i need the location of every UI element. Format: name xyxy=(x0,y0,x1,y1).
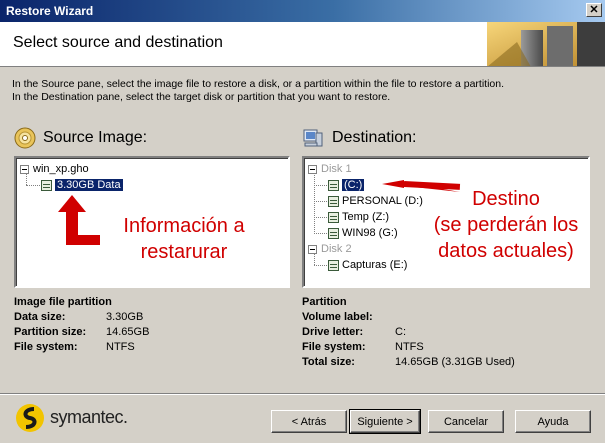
tree-line xyxy=(314,185,327,186)
destination-info-title: Partition xyxy=(302,296,347,308)
partition-icon xyxy=(328,211,339,223)
source-partition-label: 3.30GB Data xyxy=(54,178,124,192)
instructions-line-2: In the Destination pane, select the targ… xyxy=(12,91,391,103)
tree-item-partition-e[interactable]: Capturas (E:) xyxy=(328,258,407,272)
tree-item-partition-g[interactable]: WIN98 (G:) xyxy=(328,226,398,240)
next-button[interactable]: Siguiente > xyxy=(349,409,421,434)
collapse-icon[interactable] xyxy=(308,164,317,174)
source-info-title: Image file partition xyxy=(14,296,112,308)
tree-item-partition-d[interactable]: PERSONAL (D:) xyxy=(328,194,423,208)
destination-info: Partition Volume label: Drive letter: C: … xyxy=(302,295,592,370)
field-value: C: xyxy=(395,326,406,338)
tree-line xyxy=(314,201,327,202)
instructions: In the Source pane, select the image fil… xyxy=(12,78,597,104)
partition-label: Temp (Z:) xyxy=(342,211,390,223)
collapse-icon[interactable] xyxy=(20,164,29,174)
wizard-header: Select source and destination xyxy=(0,22,605,67)
destination-annotation-line-2: (se perderán los xyxy=(433,214,579,236)
back-button[interactable]: < Atrás xyxy=(271,410,347,433)
tree-line xyxy=(314,265,327,266)
field-label: File system: xyxy=(302,341,366,353)
field-value: NTFS xyxy=(395,341,424,353)
field-value: 3.30GB xyxy=(106,311,144,323)
partition-icon xyxy=(41,179,52,191)
tree-item-partition-c[interactable]: (C:) xyxy=(328,178,366,192)
field-value: 14.65GB (3.31GB Used) xyxy=(395,356,515,368)
partition-icon xyxy=(328,179,339,191)
destination-annotation-line-3: datos actuales) xyxy=(438,240,574,262)
source-annotation: Información a restarurar xyxy=(104,213,264,265)
partition-icon xyxy=(328,227,339,239)
logo-text: symantec. xyxy=(50,407,128,427)
footer-divider xyxy=(0,393,605,395)
title-bar: Restore Wizard ✕ xyxy=(0,0,605,22)
disk-2-label: Disk 2 xyxy=(321,243,352,255)
tree-line xyxy=(314,217,327,218)
symantec-logo: symantec. xyxy=(14,402,154,434)
field-value: 14.65GB xyxy=(106,326,150,338)
partition-label: WIN98 (G:) xyxy=(342,227,398,239)
field-label: Data size: xyxy=(14,311,66,323)
partition-label: PERSONAL (D:) xyxy=(342,195,423,207)
field-label: Volume label: xyxy=(302,311,373,323)
help-button[interactable]: Ayuda xyxy=(515,410,591,433)
partition-label: (C:) xyxy=(340,178,366,192)
tree-line xyxy=(26,185,40,186)
page-title: Select source and destination xyxy=(13,34,223,51)
tree-line xyxy=(314,172,315,234)
source-annotation-line-1: Información a xyxy=(123,215,245,237)
partition-icon xyxy=(328,195,339,207)
source-info: Image file partition Data size: 3.30GB Pa… xyxy=(14,295,294,355)
tree-item-disk-1[interactable]: Disk 1 xyxy=(308,162,352,176)
next-button-label: Siguiente > xyxy=(357,415,413,428)
symantec-logo-icon xyxy=(16,404,44,432)
header-graphic-icon xyxy=(487,22,605,66)
source-annotation-line-2: restarurar xyxy=(140,241,228,263)
tree-item-partition-z[interactable]: Temp (Z:) xyxy=(328,210,389,224)
field-label: Total size: xyxy=(302,356,355,368)
field-label: Partition size: xyxy=(14,326,87,338)
field-value: NTFS xyxy=(106,341,135,353)
tree-item-source-partition[interactable]: 3.30GB Data xyxy=(41,178,124,192)
close-button[interactable]: ✕ xyxy=(586,3,602,17)
partition-label: Capturas (E:) xyxy=(342,259,408,271)
tree-item-image-file[interactable]: win_xp.gho xyxy=(20,162,89,176)
help-button-label: Ayuda xyxy=(537,415,569,428)
partition-icon xyxy=(328,259,339,271)
cd-icon xyxy=(14,127,36,149)
instructions-line-1: In the Source pane, select the image fil… xyxy=(12,78,505,90)
cancel-button-label: Cancelar xyxy=(443,415,489,428)
destination-annotation: Destino (se perderán los datos actuales) xyxy=(414,186,598,264)
cancel-button[interactable]: Cancelar xyxy=(428,410,504,433)
image-file-label: win_xp.gho xyxy=(33,163,89,175)
field-label: Drive letter: xyxy=(302,326,364,338)
field-label: File system: xyxy=(14,341,78,353)
source-title: Source Image: xyxy=(43,129,148,146)
collapse-icon[interactable] xyxy=(308,244,317,254)
destination-annotation-line-1: Destino xyxy=(472,188,540,210)
destination-title: Destination: xyxy=(332,129,417,146)
disk-1-label: Disk 1 xyxy=(321,163,352,175)
tree-line xyxy=(314,233,327,234)
computer-icon xyxy=(303,129,323,147)
back-button-label: < Atrás xyxy=(291,415,327,428)
tree-item-disk-2[interactable]: Disk 2 xyxy=(308,242,352,256)
window-title: Restore Wizard xyxy=(6,4,94,18)
